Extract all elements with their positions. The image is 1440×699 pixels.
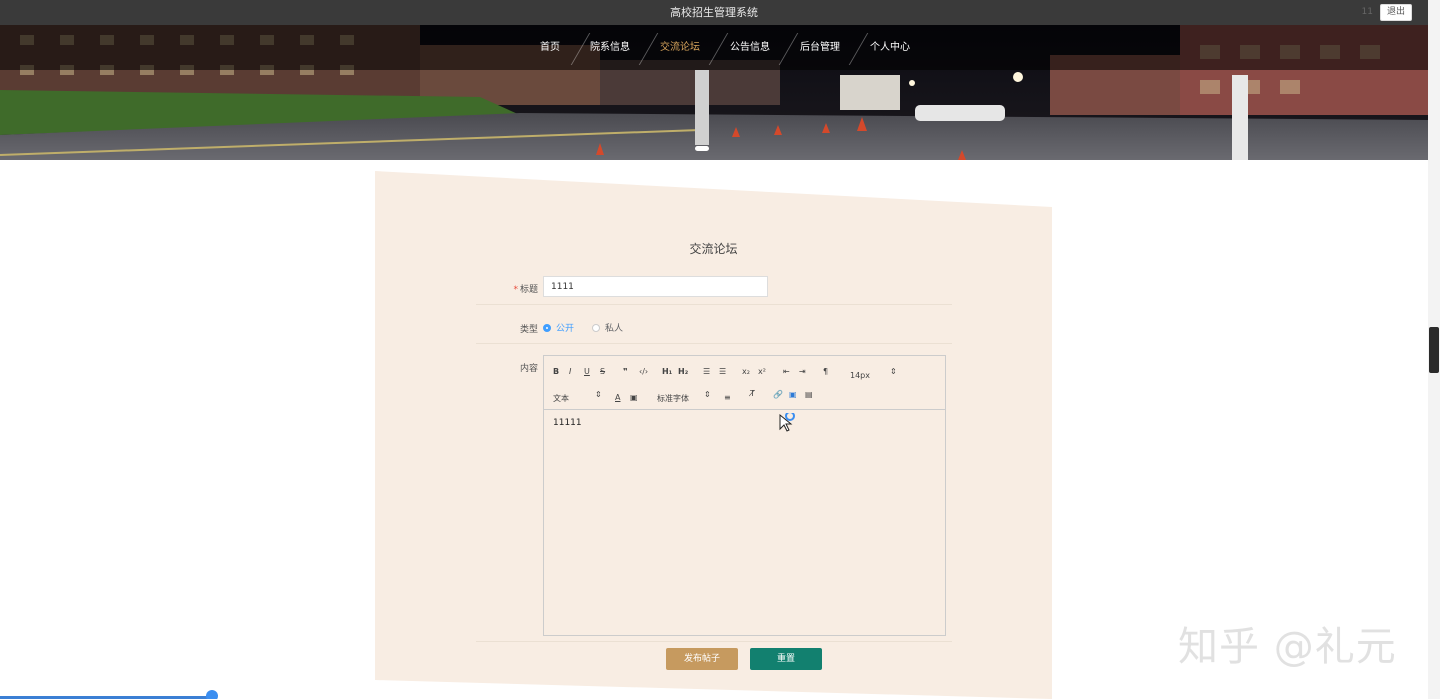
content-label: 内容 bbox=[519, 364, 538, 374]
radio-private-label: 私人 bbox=[605, 324, 624, 334]
required-mark: * bbox=[513, 285, 518, 295]
row-divider bbox=[476, 304, 952, 305]
progress-handle[interactable] bbox=[206, 690, 218, 699]
nav-item-profile[interactable]: 个人中心 bbox=[866, 25, 914, 70]
watermark-text: 知乎 @礼元 bbox=[1178, 624, 1397, 670]
radio-private[interactable]: 私人 bbox=[592, 321, 623, 334]
code-block-icon[interactable]: ‹/› bbox=[639, 367, 648, 377]
italic-button[interactable]: I bbox=[569, 367, 571, 377]
outdent-icon[interactable]: ⇤ bbox=[783, 367, 790, 377]
reset-button[interactable]: 重置 bbox=[750, 648, 822, 670]
background-color-icon[interactable]: ▣ bbox=[630, 393, 638, 403]
heading-1-icon[interactable]: H₁ bbox=[662, 367, 672, 377]
bold-button[interactable]: B bbox=[553, 367, 559, 377]
site-title: 高校招生管理系统 bbox=[670, 6, 758, 19]
bullet-list-icon[interactable]: ☰ bbox=[719, 367, 726, 377]
carousel-indicator[interactable] bbox=[695, 146, 709, 151]
page-title: 交流论坛 bbox=[689, 242, 738, 256]
superscript-icon[interactable]: x² bbox=[758, 367, 766, 377]
nav-item-home[interactable]: 首页 bbox=[530, 25, 570, 70]
page: 高校招生管理系统 11 退出 首页 院系信息 交流论坛 公告信息 后台管理 个人… bbox=[0, 0, 1440, 699]
strike-button[interactable]: S bbox=[600, 367, 605, 377]
title-label-text: 标题 bbox=[519, 285, 538, 295]
logout-button[interactable]: 退出 bbox=[1380, 4, 1412, 21]
clear-format-icon[interactable]: T̸ bbox=[750, 389, 755, 399]
radio-public[interactable]: 公开 bbox=[543, 321, 574, 334]
chevron-updown-icon[interactable]: ⇕ bbox=[704, 390, 711, 400]
chevron-updown-icon[interactable]: ⇕ bbox=[890, 367, 897, 377]
main-nav: 首页 院系信息 交流论坛 公告信息 后台管理 个人中心 bbox=[0, 25, 1428, 70]
title-label: * 标题 bbox=[478, 282, 538, 295]
title-input[interactable] bbox=[543, 276, 768, 297]
blockquote-icon[interactable]: ❞ bbox=[623, 367, 628, 377]
subscript-icon[interactable]: x₂ bbox=[742, 367, 750, 377]
text-direction-icon[interactable]: ¶ bbox=[823, 367, 828, 377]
underline-button[interactable]: U bbox=[584, 367, 590, 377]
nav-item-announcements[interactable]: 公告信息 bbox=[726, 25, 774, 70]
nav-item-admin[interactable]: 后台管理 bbox=[796, 25, 844, 70]
font-color-icon[interactable]: A bbox=[615, 393, 620, 403]
image-icon[interactable]: ▣ bbox=[789, 390, 797, 400]
top-bar: 高校招生管理系统 11 退出 bbox=[0, 0, 1428, 25]
nav-item-forum[interactable]: 交流论坛 bbox=[656, 25, 704, 70]
editor-toolbar: B I U S ❞ ‹/› H₁ H₂ ☰ ☰ x₂ x² ⇤ ⇥ ¶ 14px… bbox=[544, 356, 945, 410]
header-select[interactable]: 文本 bbox=[553, 394, 569, 404]
rich-text-editor: B I U S ❞ ‹/› H₁ H₂ ☰ ☰ x₂ x² ⇤ ⇥ ¶ 14px… bbox=[543, 355, 946, 636]
user-name: 11 bbox=[1361, 7, 1373, 17]
publish-button[interactable]: 发布帖子 bbox=[666, 648, 738, 670]
nav-item-departments[interactable]: 院系信息 bbox=[586, 25, 634, 70]
mouse-cursor-icon bbox=[779, 413, 795, 432]
video-icon[interactable]: ▤ bbox=[805, 390, 813, 400]
radio-circle bbox=[592, 323, 600, 332]
row-divider bbox=[476, 343, 952, 344]
radio-public-label: 公开 bbox=[556, 324, 575, 334]
type-label: 类型 bbox=[519, 325, 538, 335]
link-icon[interactable]: 🔗 bbox=[773, 390, 783, 400]
font-size-select[interactable]: 14px bbox=[850, 371, 870, 381]
ordered-list-icon[interactable]: ☰ bbox=[703, 367, 710, 377]
radio-circle bbox=[543, 323, 551, 332]
chevron-updown-icon[interactable]: ⇕ bbox=[595, 390, 602, 400]
row-divider bbox=[476, 641, 952, 642]
font-family-select[interactable]: 标准字体 bbox=[657, 394, 689, 404]
editor-content[interactable]: 11111 bbox=[553, 418, 582, 428]
indent-icon[interactable]: ⇥ bbox=[799, 367, 806, 377]
heading-2-icon[interactable]: H₂ bbox=[678, 367, 688, 377]
align-icon[interactable]: ≡ bbox=[724, 393, 731, 403]
